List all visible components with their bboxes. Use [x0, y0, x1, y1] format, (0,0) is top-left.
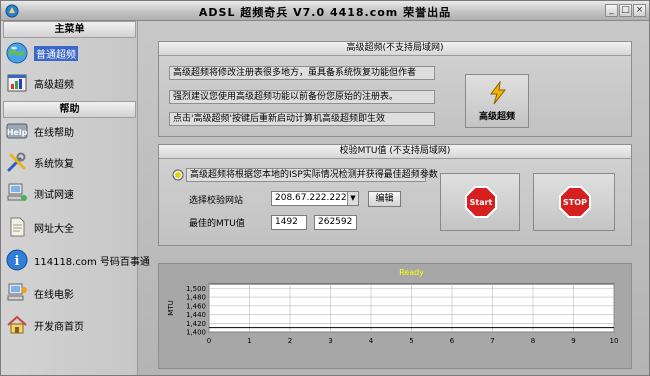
stop-button[interactable]: STOP: [533, 173, 615, 231]
sidebar-item-online-movies[interactable]: 在线电影: [5, 279, 135, 307]
start-octagon-icon: Start: [465, 186, 497, 218]
sidebar-item-label: 开发商首页: [34, 321, 84, 333]
window-title: ADSL 超频奇兵 V7.0 4418.com 荣誉出品: [198, 6, 452, 19]
y-tick-label: 1,400: [186, 329, 206, 337]
svg-text:i: i: [15, 254, 20, 269]
computer-movie-icon: [7, 283, 27, 301]
info-line: 强烈建议您使用高级超频功能以前备份您原始的注册表。: [169, 90, 435, 104]
mtu-secondary-field[interactable]: 262592: [314, 215, 357, 230]
x-tick-label: 3: [328, 337, 332, 345]
sidebar-item-speed-test[interactable]: 测试网速: [5, 179, 135, 207]
document-icon: [10, 217, 25, 237]
sidebar-item-114118[interactable]: i 114118.com 号码百事通: [5, 246, 150, 274]
sidebar-item-system-restore[interactable]: 系统恢复: [5, 148, 135, 176]
sidebar-item-developer-home[interactable]: 开发商首页: [5, 311, 135, 339]
y-tick-label: 1,480: [186, 294, 206, 302]
x-tick-label: 1: [247, 337, 251, 345]
x-tick-label: 10: [610, 337, 619, 345]
help-icon: Help: [6, 123, 28, 139]
sidebar-item-url-directory[interactable]: 网址大全: [5, 213, 135, 241]
sidebar-item-normal-overclock[interactable]: 普通超频: [5, 39, 135, 67]
info-line: 高级超频将修改注册表很多地方，虽具备系统恢复功能但作者: [169, 66, 435, 80]
sidebar-item-advanced-overclock[interactable]: 高级超频: [5, 69, 135, 97]
site-select-value: 208.67.222.222: [275, 193, 347, 203]
app-window: ADSL 超频奇兵 V7.0 4418.com 荣誉出品 _ □ × 主菜单 普…: [0, 0, 650, 376]
start-label: Start: [470, 198, 493, 207]
sidebar-item-label: 网址大全: [34, 223, 74, 235]
sidebar-item-label: 在线电影: [34, 289, 74, 301]
x-tick-label: 6: [450, 337, 455, 345]
advanced-overclock-button[interactable]: 高级超频: [465, 74, 529, 128]
chart-title: Ready: [399, 268, 424, 277]
edit-button[interactable]: 编辑: [368, 191, 401, 207]
info-line: 点击'高级超频'按键后重新启动计算机高级超频即生效: [169, 112, 435, 126]
advanced-overclock-label: 高级超频: [478, 112, 515, 122]
stop-label: STOP: [563, 198, 587, 207]
svg-text:Help: Help: [7, 128, 28, 137]
start-button[interactable]: Start: [440, 173, 520, 231]
globe-icon: [6, 42, 28, 64]
home-icon: [7, 315, 27, 334]
help-header: 帮助: [3, 101, 136, 118]
sidebar-item-online-help[interactable]: Help 在线帮助: [5, 117, 135, 145]
mtu-panel: 校验MTU值 (不支持局域网) 高级超频将根据您本地的ISP实际情况检测并获得最…: [158, 144, 632, 246]
mtu-chart: Ready 1,4001,4201,4401,4601,4801,500 0 1 2 3 4…: [167, 268, 619, 345]
main-menu-header: 主菜单: [3, 21, 136, 38]
computer-network-icon: [7, 183, 27, 201]
mtu-description: 高级超频将根据您本地的ISP实际情况检测并获得最佳超频参数: [186, 168, 438, 182]
sidebar-item-label: 测试网速: [34, 189, 74, 201]
x-tick-label: 7: [490, 337, 494, 345]
y-tick-label: 1,500: [186, 285, 206, 293]
best-mtu-label: 最佳的MTU值: [189, 219, 245, 229]
mtu-panel-title: 校验MTU值 (不支持局域网): [159, 145, 631, 159]
mtu-value-field[interactable]: 1492: [271, 215, 307, 230]
lightning-icon: [490, 81, 507, 105]
close-button[interactable]: ×: [633, 4, 646, 17]
sidebar-item-label: 在线帮助: [34, 127, 74, 139]
chart-app-icon: [7, 74, 27, 92]
y-tick-label: 1,420: [186, 320, 206, 328]
x-tick-label: 8: [531, 337, 535, 345]
maximize-button[interactable]: □: [619, 4, 632, 17]
y-axis-label: MTU: [167, 300, 175, 315]
x-tick-label: 4: [369, 337, 374, 345]
mtu-chart-panel: Ready 1,400 1,420 1,440 1,460 1,480 1,500 0 1 2 3 4…: [158, 263, 632, 369]
tools-icon: [7, 152, 26, 172]
advanced-overclock-panel: 高级超频(不支持局域网) 高级超频将修改注册表很多地方，虽具备系统恢复功能但作者…: [158, 41, 632, 137]
site-label: 选择校验网站: [189, 196, 244, 206]
radio-selected-icon[interactable]: [172, 169, 184, 181]
sidebar-item-label: 普通超频: [34, 45, 78, 61]
x-tick-label: 9: [571, 337, 575, 345]
advanced-panel-title: 高级超频(不支持局域网): [159, 42, 631, 56]
y-tick-label: 1,440: [186, 311, 206, 319]
chevron-down-icon[interactable]: ▼: [347, 192, 358, 205]
title-bar[interactable]: ADSL 超频奇兵 V7.0 4418.com 荣誉出品 _ □ ×: [1, 1, 649, 21]
x-tick-label: 2: [288, 337, 292, 345]
y-tick-label: 1,460: [186, 302, 206, 310]
info-icon: i: [6, 249, 28, 271]
x-tick-label: 5: [409, 337, 413, 345]
site-select[interactable]: 208.67.222.222 ▼: [271, 191, 359, 206]
x-tick-label: 0: [207, 337, 211, 345]
sidebar: 主菜单 普通超频 高级超频 帮助 Help 在线帮助 系统恢复 测试网速 网址大…: [1, 21, 150, 375]
sidebar-item-label: 114118.com 号码百事通: [34, 256, 150, 268]
sidebar-item-label: 高级超频: [34, 79, 74, 91]
sidebar-item-label: 系统恢复: [34, 158, 74, 170]
stop-octagon-icon: STOP: [559, 186, 591, 218]
minimize-button[interactable]: _: [605, 4, 618, 17]
